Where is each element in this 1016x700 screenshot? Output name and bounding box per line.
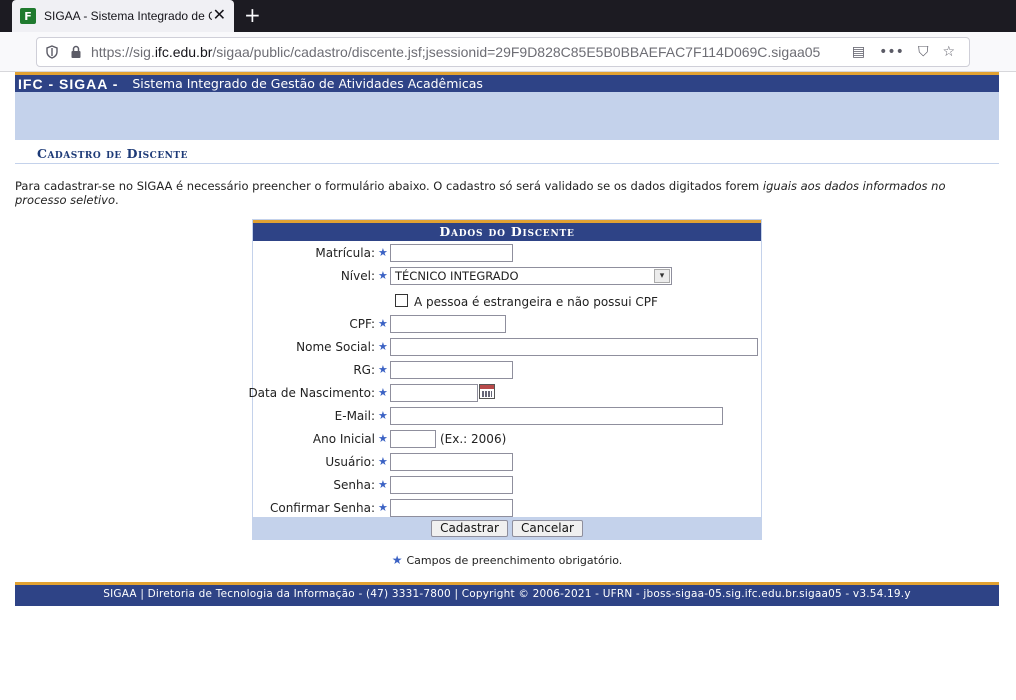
required-star-icon: ★ — [391, 553, 403, 567]
cpf-label: CPF: — [349, 317, 375, 331]
estrangeiro-checkbox[interactable] — [395, 294, 408, 307]
url-bar-actions: ▤ ••• ⛉ ☆ — [852, 38, 969, 66]
senha-label: Senha: — [333, 478, 375, 492]
data-nascimento-label: Data de Nascimento: — [248, 386, 375, 400]
senha-input[interactable] — [390, 476, 513, 494]
rg-label: RG: — [353, 363, 375, 377]
more-actions-icon[interactable]: ••• — [879, 44, 904, 60]
nivel-select[interactable]: TÉCNICO INTEGRADO ▾ — [390, 267, 672, 285]
form-actions: Cadastrar Cancelar — [253, 517, 761, 539]
required-star-icon: ★ — [378, 455, 388, 468]
cadastrar-button[interactable]: Cadastrar — [431, 519, 508, 537]
form-caption: Dados do Discente — [253, 220, 761, 241]
reader-view-icon[interactable]: ▤ — [852, 44, 865, 60]
page-content: IFC - SIGAA - Sistema Integrado de Gestã… — [15, 72, 999, 606]
row-email: E-Mail: ★ — [253, 407, 761, 427]
row-ano-inicial: Ano Inicial ★ (Ex.: 2006) — [253, 430, 761, 450]
url-text[interactable]: https://sig.ifc.edu.br/sigaa/public/cada… — [91, 44, 820, 60]
row-data-nascimento: Data de Nascimento: ★ — [248, 384, 761, 404]
row-cpf: CPF: ★ — [253, 315, 761, 335]
required-star-icon: ★ — [378, 246, 388, 259]
row-matricula: Matrícula: ★ — [253, 244, 761, 264]
intro-end: . — [115, 193, 119, 207]
tracking-shield-icon[interactable] — [45, 45, 59, 59]
chevron-down-icon: ▾ — [654, 269, 670, 283]
nome-social-label: Nome Social: — [296, 340, 375, 354]
email-input[interactable] — [390, 407, 723, 425]
brand-label: IFC - SIGAA - — [18, 75, 119, 92]
row-nivel: Nível: ★ TÉCNICO INTEGRADO ▾ — [253, 267, 761, 287]
usuario-input[interactable] — [390, 453, 513, 471]
form-body: Matrícula: ★ Nível: ★ TÉCNICO INTEGRADO … — [248, 241, 761, 519]
rg-input[interactable] — [390, 361, 513, 379]
required-star-icon: ★ — [378, 386, 388, 399]
cpf-input[interactable] — [390, 315, 506, 333]
required-star-icon: ★ — [378, 409, 388, 422]
matricula-label: Matrícula: — [315, 246, 375, 260]
required-star-icon: ★ — [378, 317, 388, 330]
sigaa-favicon-icon: F — [20, 8, 36, 24]
ano-inicial-label: Ano Inicial — [312, 432, 375, 446]
required-star-icon: ★ — [378, 363, 388, 376]
intro-text: Para cadastrar-se no SIGAA é necessário … — [15, 179, 975, 207]
calendar-icon[interactable] — [479, 384, 495, 399]
nome-social-input[interactable] — [390, 338, 758, 356]
row-rg: RG: ★ — [253, 361, 761, 381]
data-nascimento-input[interactable] — [390, 384, 478, 402]
required-star-icon: ★ — [378, 501, 388, 514]
browser-nav-bar: https://sig.ifc.edu.br/sigaa/public/cada… — [0, 32, 1016, 72]
sigaa-header: IFC - SIGAA - Sistema Integrado de Gestã… — [15, 72, 999, 92]
required-star-icon: ★ — [378, 478, 388, 491]
url-domain: ifc.edu.br — [154, 44, 213, 60]
browser-tab[interactable]: F SIGAA - Sistema Integrado de Gestão de… — [12, 0, 234, 32]
required-star-icon: ★ — [378, 340, 388, 353]
row-senha: Senha: ★ — [253, 476, 761, 496]
browser-tab-bar: F SIGAA - Sistema Integrado de Gestão de… — [0, 0, 1016, 32]
email-label: E-Mail: — [334, 409, 375, 423]
confirmar-senha-label: Confirmar Senha: — [269, 501, 375, 515]
brand-subtitle: Sistema Integrado de Gestão de Atividade… — [132, 76, 483, 91]
dados-discente-form: Dados do Discente Matrícula: ★ Nível: ★ … — [248, 219, 762, 540]
page-title: Cadastro de Discente — [15, 140, 999, 164]
required-star-icon: ★ — [378, 432, 388, 445]
matricula-input[interactable] — [390, 244, 513, 262]
ano-inicial-input[interactable] — [390, 430, 436, 448]
header-band — [15, 92, 999, 140]
confirmar-senha-input[interactable] — [390, 499, 513, 517]
row-usuario: Usuário: ★ — [253, 453, 761, 473]
required-star-icon: ★ — [378, 269, 388, 282]
usuario-label: Usuário: — [325, 455, 375, 469]
url-path: /sigaa/public/cadastro/discente.jsf;jses… — [212, 44, 821, 60]
url-prefix: https://sig. — [91, 44, 155, 60]
nivel-selected-value: TÉCNICO INTEGRADO — [395, 269, 519, 283]
lock-icon[interactable] — [69, 45, 83, 59]
close-tab-icon[interactable]: ✕ — [213, 7, 226, 23]
nivel-label: Nível: — [340, 269, 375, 283]
tab-title: SIGAA - Sistema Integrado de Gestão de A… — [44, 9, 212, 23]
required-note-text: Campos de preenchimento obrigatório. — [406, 554, 623, 567]
pocket-icon[interactable]: ⛉ — [918, 44, 929, 60]
row-estrangeiro: A pessoa é estrangeira e não possui CPF — [253, 292, 761, 312]
ano-inicial-hint: (Ex.: 2006) — [440, 432, 507, 446]
page-footer: SIGAA | Diretoria de Tecnologia da Infor… — [15, 582, 999, 606]
intro-plain: Para cadastrar-se no SIGAA é necessário … — [15, 179, 763, 193]
required-fields-note: ★ Campos de preenchimento obrigatório. — [15, 553, 999, 567]
new-tab-plus-icon[interactable]: + — [244, 4, 261, 26]
url-bar[interactable]: https://sig.ifc.edu.br/sigaa/public/cada… — [36, 37, 970, 67]
bookmark-star-icon[interactable]: ☆ — [942, 44, 955, 60]
estrangeiro-label: A pessoa é estrangeira e não possui CPF — [414, 295, 658, 309]
row-nome-social: Nome Social: ★ — [253, 338, 761, 358]
row-confirmar-senha: Confirmar Senha: ★ — [253, 499, 761, 519]
cancelar-button[interactable]: Cancelar — [511, 519, 583, 537]
